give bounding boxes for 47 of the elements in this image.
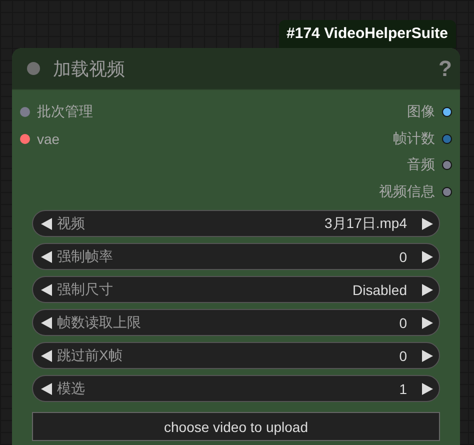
node-title: 加载视频 (53, 58, 126, 80)
combo-widget[interactable]: 跳过前X帧 0 (32, 342, 440, 369)
widget-value: Disabled (352, 282, 407, 298)
widget-label: 强制尺寸 (57, 280, 114, 298)
combo-widget[interactable]: 视频 3月17日.mp4 (32, 210, 440, 237)
left-arrow-icon[interactable] (41, 218, 53, 230)
left-arrow-icon[interactable] (41, 250, 53, 262)
widget-value: 3月17日.mp4 (324, 214, 407, 232)
node-badge: #174 VideoHelperSuite (278, 20, 456, 48)
combo-widget[interactable]: 模选 1 (32, 375, 440, 402)
right-arrow-icon[interactable] (421, 350, 433, 362)
output-slot-dot[interactable] (442, 160, 452, 170)
combo-widget[interactable]: 帧数读取上限 0 (32, 309, 440, 336)
right-arrow-icon[interactable] (421, 382, 433, 394)
output-slot-label: 图像 (407, 103, 435, 122)
output-slot-dot[interactable] (442, 134, 452, 144)
left-arrow-icon[interactable] (41, 350, 53, 362)
widget-value: 0 (399, 348, 407, 364)
combo-widget[interactable]: 强制尺寸 Disabled (32, 276, 440, 303)
widget-value: 0 (399, 314, 407, 330)
output-slot-dot[interactable] (442, 186, 452, 197)
widget-label: 强制帧率 (57, 248, 114, 266)
upload-button[interactable]: choose video to upload (32, 412, 440, 441)
widget-label: 视频 (57, 214, 86, 232)
input-slot-label: 批次管理 (37, 103, 93, 122)
output-slot-label: 视频信息 (379, 182, 435, 201)
left-arrow-icon[interactable] (41, 316, 53, 328)
help-icon[interactable]: ? (438, 56, 452, 82)
widget-label: 跳过前X帧 (57, 346, 124, 364)
right-arrow-icon[interactable] (421, 316, 433, 328)
right-arrow-icon[interactable] (421, 284, 433, 296)
input-slot-dot[interactable] (20, 134, 30, 144)
widget-label: 帧数读取上限 (57, 314, 142, 332)
output-slot-label: 音频 (407, 156, 435, 174)
widget-value: 1 (399, 380, 407, 396)
widget-value: 0 (399, 248, 407, 264)
right-arrow-icon[interactable] (421, 218, 433, 230)
output-slot-dot[interactable] (442, 107, 452, 118)
right-arrow-icon[interactable] (421, 250, 433, 262)
left-arrow-icon[interactable] (41, 284, 53, 296)
output-slot-label: 帧计数 (393, 130, 435, 148)
combo-widget[interactable]: 强制帧率 0 (32, 243, 440, 270)
input-slot-label: vae (37, 130, 60, 147)
left-arrow-icon[interactable] (41, 382, 53, 394)
widget-label: 模选 (57, 380, 86, 398)
input-slot-dot[interactable] (20, 107, 30, 118)
collapse-dot-icon[interactable] (27, 62, 40, 75)
